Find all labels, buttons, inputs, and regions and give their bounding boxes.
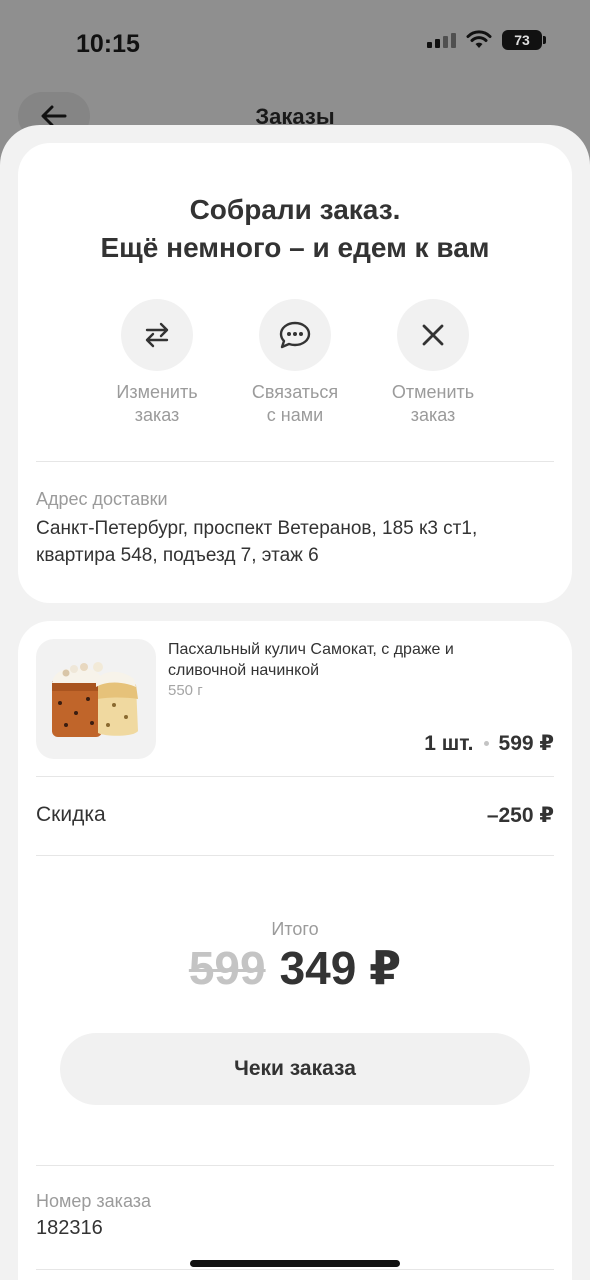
chat-bubble-icon: [279, 321, 311, 349]
order-receipts-button[interactable]: Чеки заказа: [60, 1033, 530, 1105]
cancel-order-label: Отменить заказ: [391, 382, 475, 425]
total-price: 599 349 ₽: [18, 941, 572, 995]
headline-line-2: Ещё немного – и едем к вам: [100, 232, 490, 263]
easter-cake-image: [52, 662, 138, 737]
total-label: Итого: [271, 919, 319, 939]
change-order-label: Изменить заказ: [116, 382, 198, 425]
delivery-address: Санкт-Петербург, проспект Ветеранов, 185…: [36, 518, 478, 566]
old-total-price: 599: [188, 942, 266, 994]
headline-line-1: Собрали заказ.: [189, 194, 401, 225]
order-status-headline: Собрали заказ. Ещё немного – и едем к ва…: [18, 191, 572, 267]
product-image[interactable]: [36, 639, 156, 759]
contact-us-button[interactable]: Связаться с нами: [225, 299, 365, 427]
product-name[interactable]: Пасхальный кулич Самокат, с драже и слив…: [168, 639, 498, 681]
new-total-price: 349 ₽: [279, 942, 402, 994]
status-time: 10:15: [76, 30, 140, 58]
wifi-icon: [466, 30, 492, 48]
order-actions: Изменить заказ Связаться с нами Отменить…: [18, 299, 572, 439]
product-price: 599 ₽: [498, 732, 554, 755]
product-quantity: 1 шт.: [424, 731, 474, 755]
status-icons: 73: [427, 30, 546, 50]
divider: [36, 855, 554, 856]
divider: [36, 1165, 554, 1166]
swap-arrows-icon: [145, 322, 169, 348]
discount-value: –250 ₽: [486, 804, 554, 827]
divider: [36, 776, 554, 777]
home-indicator[interactable]: [190, 1260, 400, 1267]
order-number-label: Номер заказа: [36, 1191, 152, 1211]
close-icon: [422, 324, 444, 346]
separator-dot: [483, 741, 489, 746]
change-order-button[interactable]: Изменить заказ: [87, 299, 227, 427]
action-circle: [259, 299, 331, 371]
product-weight: 550 г: [168, 682, 203, 699]
cancel-order-button[interactable]: Отменить заказ: [363, 299, 503, 427]
order-status-card: Собрали заказ. Ещё немного – и едем к ва…: [18, 143, 572, 603]
order-sheet: Собрали заказ. Ещё немного – и едем к ва…: [0, 125, 590, 1280]
status-bar: 10:15 73: [0, 0, 590, 90]
contact-us-label: Связаться с нами: [251, 382, 339, 425]
delivery-address-label: Адрес доставки: [36, 489, 168, 509]
cellular-signal-icon: [427, 32, 456, 48]
order-number[interactable]: 182316: [36, 1217, 103, 1240]
action-circle: [397, 299, 469, 371]
action-circle: [121, 299, 193, 371]
divider: [36, 461, 554, 462]
discount-label: Скидка: [36, 803, 106, 826]
product-quantity-price: 1 шт. 599 ₽: [424, 731, 554, 756]
order-details-card: Пасхальный кулич Самокат, с драже и слив…: [18, 621, 572, 1280]
battery-icon: 73: [502, 30, 546, 50]
divider: [36, 1269, 554, 1270]
